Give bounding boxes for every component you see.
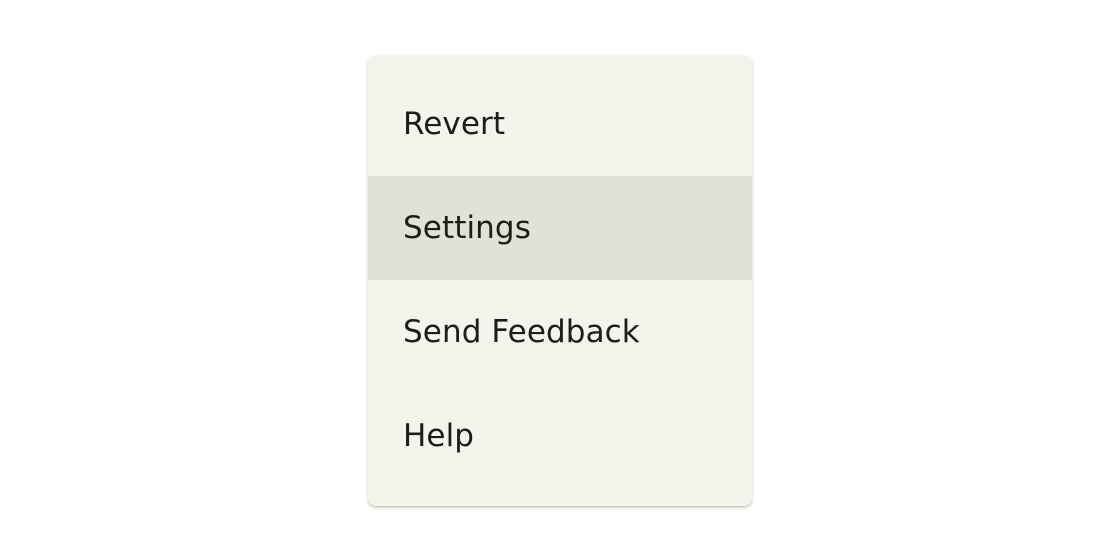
canvas: Revert Settings Send Feedback Help	[0, 0, 1120, 560]
menu-item-revert[interactable]: Revert	[368, 72, 752, 176]
context-menu: Revert Settings Send Feedback Help	[368, 55, 752, 506]
menu-item-settings[interactable]: Settings	[368, 176, 752, 280]
menu-item-send-feedback[interactable]: Send Feedback	[368, 280, 752, 384]
menu-item-help[interactable]: Help	[368, 384, 752, 488]
